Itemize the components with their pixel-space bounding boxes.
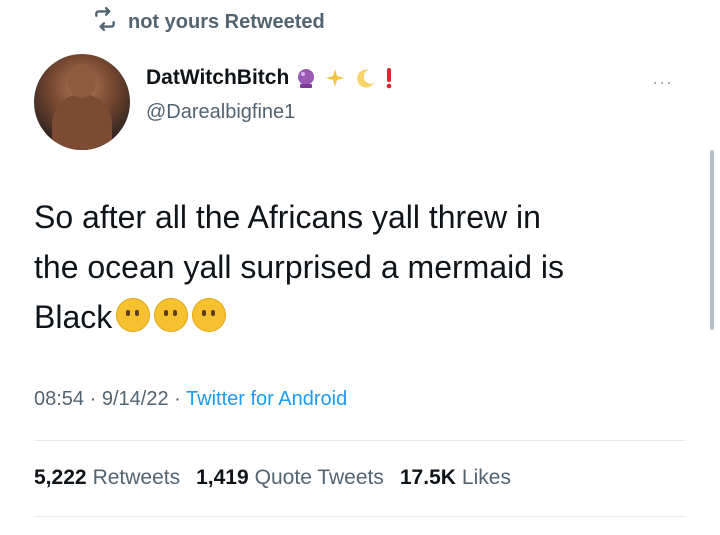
sparkles-icon bbox=[323, 67, 347, 89]
quote-tweets-stat[interactable]: 1,419 Quote Tweets bbox=[196, 466, 384, 490]
thinking-face-icon bbox=[154, 298, 189, 332]
exclamation-icon bbox=[383, 67, 395, 89]
retweets-count: 5,222 bbox=[34, 466, 87, 489]
tweet-stats: 5,222 Retweets 1,419 Quote Tweets 17.5K Lik… bbox=[34, 466, 511, 490]
more-options-icon[interactable]: ··· bbox=[652, 72, 673, 93]
moon-icon bbox=[353, 67, 377, 89]
tweet-line-1: So after all the Africans yall threw in bbox=[34, 199, 541, 235]
divider bbox=[34, 516, 686, 517]
avatar-figure-body bbox=[52, 94, 112, 150]
avatar-figure-head bbox=[68, 64, 96, 98]
tweet-source-link[interactable]: Twitter for Android bbox=[186, 388, 347, 410]
tweet-time: 08:54 bbox=[34, 388, 85, 410]
retweet-icon bbox=[92, 6, 118, 38]
divider bbox=[34, 440, 686, 441]
tweet-line-3-text: Black bbox=[34, 299, 113, 335]
author-handle[interactable]: @Darealbigfine1 bbox=[146, 101, 295, 124]
retweets-label: Retweets bbox=[92, 466, 181, 489]
likes-label: Likes bbox=[461, 466, 511, 489]
scrollbar[interactable] bbox=[710, 150, 714, 330]
thinking-face-icon bbox=[116, 298, 151, 332]
quote-tweets-label: Quote Tweets bbox=[254, 466, 384, 489]
meta-separator: · bbox=[174, 388, 181, 410]
avatar[interactable] bbox=[34, 54, 130, 150]
thinking-face-icon bbox=[192, 298, 227, 332]
retweet-indicator[interactable]: not yours Retweeted bbox=[92, 6, 325, 38]
display-name[interactable]: DatWitchBitch bbox=[146, 66, 289, 90]
tweet-text: So after all the Africans yall threw in … bbox=[34, 192, 694, 342]
tweet-meta: 08:54 · 9/14/22 · Twitter for Android bbox=[34, 388, 347, 411]
meta-separator: · bbox=[89, 388, 97, 410]
crystal-ball-icon bbox=[295, 67, 317, 89]
author-name-row[interactable]: DatWitchBitch bbox=[146, 66, 395, 90]
quote-tweets-count: 1,419 bbox=[196, 466, 249, 489]
retweet-label: not yours Retweeted bbox=[128, 10, 325, 33]
likes-stat[interactable]: 17.5K Likes bbox=[400, 466, 511, 490]
tweet-line-2: the ocean yall surprised a mermaid is bbox=[34, 249, 565, 285]
tweet-date: 9/14/22 bbox=[101, 388, 169, 410]
tweet-line-3: Black bbox=[34, 292, 694, 342]
likes-count: 17.5K bbox=[399, 466, 456, 489]
retweets-stat[interactable]: 5,222 Retweets bbox=[34, 466, 180, 490]
